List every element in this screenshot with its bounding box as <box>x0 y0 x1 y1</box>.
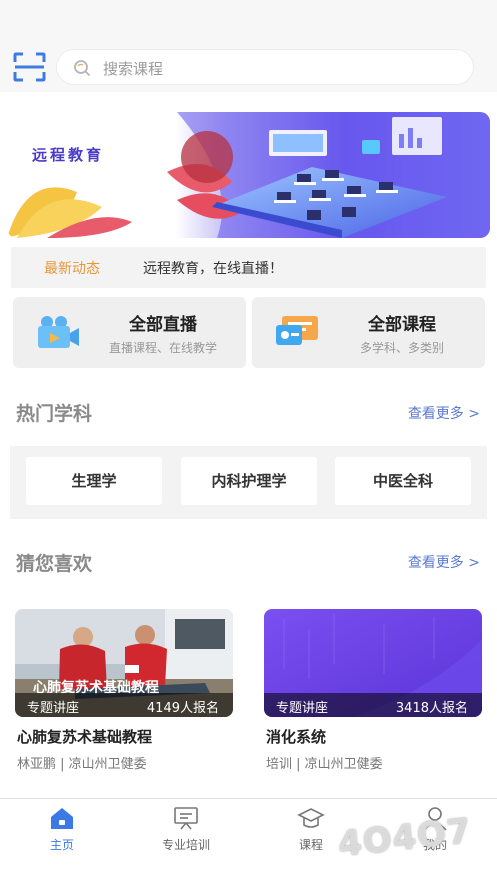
course-card[interactable]: 专题讲座 3418人报名 消化系统 培训 | 凉山州卫健委 <box>264 609 482 772</box>
news-text[interactable]: 远程教育，在线直播！ <box>143 258 283 278</box>
training-board-icon <box>174 807 198 830</box>
course-tag: 专题讲座 <box>276 701 329 716</box>
video-camera-icon <box>38 316 79 348</box>
all-live-title: 全部直播 <box>129 315 197 335</box>
news-tag: 最新动态 <box>44 261 100 277</box>
course-enroll-count: 3418人报名 <box>395 701 468 716</box>
course-board-icon <box>276 316 318 345</box>
scan-icon[interactable] <box>13 52 46 82</box>
guess-more-link[interactable]: 查看更多 > <box>408 552 480 572</box>
search-input[interactable]: 搜索课程 <box>103 58 163 79</box>
course-info-bar: 专题讲座 3418人报名 <box>264 693 482 717</box>
tab-home-label: 主页 <box>49 838 74 852</box>
subject-item[interactable]: 生理学 <box>26 457 162 505</box>
all-courses-subtitle: 多学科、多类别 <box>359 341 444 355</box>
course-name: 心肺复苏术基础教程 <box>17 728 153 746</box>
course-thumbnail: 心肺复苏术基础教程 专题讲座 4149人报名 <box>15 609 233 717</box>
all-courses-button[interactable]: 全部课程 多学科、多类别 <box>252 297 485 368</box>
hot-subjects-more-link[interactable]: 查看更多 > <box>408 403 480 423</box>
all-live-subtitle: 直播课程、在线教学 <box>108 341 217 355</box>
tab-training[interactable]: 专业培训 <box>136 805 236 853</box>
home-icon <box>51 808 73 829</box>
course-meta: 培训 | 凉山州卫健委 <box>266 757 383 772</box>
hot-subjects-list: 生理学 内科护理学 中医全科 <box>10 446 487 519</box>
hot-subjects-title: 热门学科 <box>16 403 93 425</box>
tab-home[interactable]: 主页 <box>12 805 112 853</box>
course-info-bar: 专题讲座 4149人报名 <box>15 693 233 717</box>
guess-title: 猜您喜欢 <box>16 553 93 575</box>
banner-illustration: 远程教育 <box>7 112 490 238</box>
subject-item[interactable]: 中医全科 <box>335 457 471 505</box>
course-card[interactable]: 心肺复苏术基础教程 专题讲座 4149人报名 心肺复苏术基础教程 林亚鹏 | 凉… <box>15 609 233 772</box>
search-box[interactable]: 搜索课程 <box>56 49 474 85</box>
news-ticker[interactable]: 最新动态 远程教育，在线直播！ <box>11 247 486 288</box>
tab-training-label: 专业培训 <box>161 838 210 852</box>
course-enroll-count: 4149人报名 <box>146 701 219 716</box>
course-name: 消化系统 <box>266 728 327 746</box>
all-live-button[interactable]: 全部直播 直播课程、在线教学 <box>13 297 246 368</box>
subject-item[interactable]: 内科护理学 <box>181 457 317 505</box>
course-meta: 林亚鹏 | 凉山州卫健委 <box>17 757 147 772</box>
search-icon <box>74 60 91 77</box>
graduation-cap-icon <box>297 808 325 828</box>
top-bar: 搜索课程 <box>0 0 497 92</box>
banner[interactable]: 远程教育 <box>7 112 490 238</box>
all-courses-title: 全部课程 <box>368 315 436 335</box>
course-tag: 专题讲座 <box>27 701 80 716</box>
banner-title: 远程教育 <box>32 146 104 164</box>
course-thumbnail: 专题讲座 3418人报名 <box>264 609 482 717</box>
